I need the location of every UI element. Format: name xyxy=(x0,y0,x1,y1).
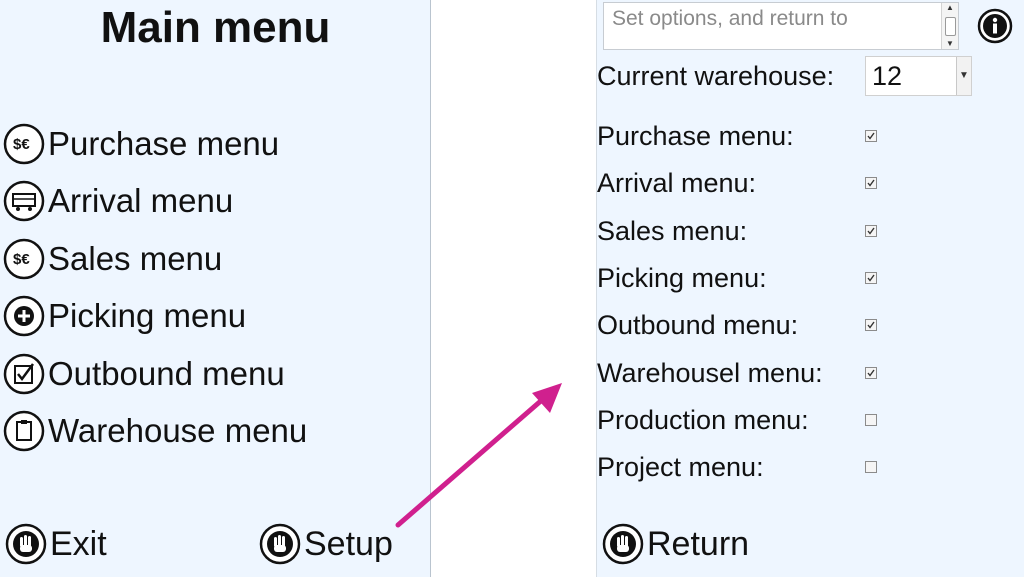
menu-item-label: Outbound menu xyxy=(48,355,285,392)
option-label: Purchase menu: xyxy=(597,121,794,151)
sales-menu-button[interactable]: $€ Sales menu xyxy=(2,237,222,281)
warehouse-menu-checkbox[interactable] xyxy=(865,367,877,379)
menu-item-label: Purchase menu xyxy=(48,125,280,162)
setup-button[interactable]: Setup xyxy=(258,522,393,566)
info-button[interactable] xyxy=(977,8,1013,44)
setup-panel: Set options, and return to ▲ ▼ Current w… xyxy=(596,0,1024,577)
option-label: Warehousel menu: xyxy=(597,358,823,388)
option-row: Sales menu: xyxy=(597,211,1017,251)
option-label: Picking menu: xyxy=(597,263,767,293)
hand-stop-icon xyxy=(258,522,302,566)
option-label: Project menu: xyxy=(597,452,764,482)
hand-stop-icon xyxy=(4,522,48,566)
exit-button[interactable]: Exit xyxy=(4,522,107,566)
option-row: Production menu: xyxy=(597,400,1017,440)
menu-item-label: Arrival menu xyxy=(48,182,234,219)
option-label: Arrival menu: xyxy=(597,168,757,198)
production-menu-checkbox[interactable] xyxy=(865,414,877,426)
scrollbar-thumb[interactable] xyxy=(945,17,956,36)
picking-menu-button[interactable]: Picking menu xyxy=(2,294,246,338)
chevron-down-icon[interactable]: ▼ xyxy=(956,57,971,95)
option-label: Outbound menu: xyxy=(597,310,799,340)
arrival-menu-checkbox[interactable] xyxy=(865,177,877,189)
option-label: Production menu: xyxy=(597,405,809,435)
return-button[interactable]: Return xyxy=(601,522,749,566)
outbound-menu-button[interactable]: Outbound menu xyxy=(2,352,285,396)
option-row: Warehousel menu: xyxy=(597,353,1017,393)
menu-item-label: Sales menu xyxy=(48,240,223,277)
hand-stop-icon xyxy=(601,522,645,566)
purchase-menu-checkbox[interactable] xyxy=(865,130,877,142)
clipboard-icon xyxy=(2,409,46,453)
picking-menu-checkbox[interactable] xyxy=(865,272,877,284)
option-row: Outbound menu: xyxy=(597,305,1017,345)
scroll-down-icon[interactable]: ▼ xyxy=(946,40,954,48)
svg-text:$€: $€ xyxy=(13,136,30,153)
option-row: Project menu: xyxy=(597,447,1017,487)
return-button-label: Return xyxy=(647,524,750,563)
exit-button-label: Exit xyxy=(50,524,107,563)
option-label: Sales menu: xyxy=(597,216,748,246)
option-row: Purchase menu: xyxy=(597,116,1017,156)
page-title: Main menu xyxy=(100,3,331,52)
purchase-menu-button[interactable]: $€ Purchase menu xyxy=(2,122,279,166)
notes-textarea[interactable]: Set options, and return to ▲ ▼ xyxy=(603,2,959,50)
setup-button-label: Setup xyxy=(304,524,393,563)
warehouse-label: Current warehouse: xyxy=(597,61,835,91)
option-row: Arrival menu: xyxy=(597,163,1017,203)
sales-menu-checkbox[interactable] xyxy=(865,225,877,237)
scroll-up-icon[interactable]: ▲ xyxy=(946,4,954,12)
project-menu-checkbox[interactable] xyxy=(865,461,877,473)
textarea-scrollbar[interactable]: ▲ ▼ xyxy=(941,3,958,49)
currency-exchange-icon: $€ xyxy=(2,122,46,166)
currency-exchange-icon: $€ xyxy=(2,237,46,281)
truck-icon xyxy=(2,179,46,223)
menu-item-label: Picking menu xyxy=(48,297,247,334)
main-menu-panel: Main menu $€ Purchase menu Arrival menu … xyxy=(0,0,431,577)
option-row: Picking menu: xyxy=(597,258,1017,298)
checklist-icon xyxy=(2,352,46,396)
notes-placeholder: Set options, and return to xyxy=(612,7,848,30)
warehouse-menu-button[interactable]: Warehouse menu xyxy=(2,409,307,453)
svg-text:$€: $€ xyxy=(13,251,30,268)
outbound-menu-checkbox[interactable] xyxy=(865,319,877,331)
arrival-menu-button[interactable]: Arrival menu xyxy=(2,179,233,223)
info-icon xyxy=(977,8,1013,44)
menu-item-label: Warehouse menu xyxy=(48,412,308,449)
plus-circle-icon xyxy=(2,294,46,338)
warehouse-value: 12 xyxy=(872,61,903,91)
warehouse-select[interactable]: 12 ▼ xyxy=(865,56,972,96)
